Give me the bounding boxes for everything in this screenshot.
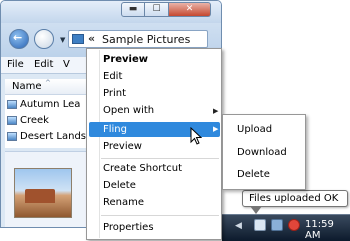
menu-view[interactable]: V [63,59,70,70]
menu-item-preview-default[interactable]: Preview [103,54,148,65]
back-arrow-icon: ← [13,31,23,44]
volume-icon[interactable] [288,219,300,231]
list-item[interactable]: Desert Lands [7,129,86,143]
mesa-rock-shape [25,189,55,203]
network-icon[interactable] [271,219,283,231]
menu-item-rename[interactable]: Rename [103,197,144,208]
submenu-item-download[interactable]: Download [237,147,287,158]
clock[interactable]: 11:59 AM [305,219,350,241]
image-file-icon [7,99,17,109]
name-column-header[interactable]: Name [12,81,42,92]
menu-item-properties[interactable]: Properties [103,222,154,233]
list-item[interactable]: Creek [7,113,49,127]
file-name: Autumn Lea [20,98,81,110]
menu-item-preview[interactable]: Preview [103,141,142,152]
submenu-arrow-icon: ▶ [213,125,219,133]
list-item[interactable]: Autumn Lea [7,97,80,111]
notification-text: Files uploaded OK [249,193,339,204]
balloon-tail [250,206,262,214]
menu-item-create-shortcut[interactable]: Create Shortcut [103,163,182,174]
menu-edit[interactable]: Edit [34,59,53,70]
submenu-item-delete[interactable]: Delete [237,169,270,180]
close-button[interactable]: ✕ [169,2,211,17]
image-thumbnail [14,168,72,218]
minimize-button[interactable]: ▬ [121,2,145,17]
window-controls: ▬ ☐ ✕ [121,2,211,18]
menu-item-delete[interactable]: Delete [103,180,136,191]
fling-tray-icon[interactable] [254,219,266,231]
image-file-icon [7,131,17,141]
folder-icon [72,34,84,44]
menu-file[interactable]: File [7,59,24,70]
submenu-arrow-icon: ▶ [213,107,219,115]
maximize-button[interactable]: ☐ [145,2,169,17]
file-name: Creek [20,114,49,126]
menu-item-print[interactable]: Print [103,88,126,99]
breadcrumb-path[interactable]: Sample Pictures [102,33,190,46]
submenu-item-upload[interactable]: Upload [237,124,272,135]
fling-submenu: Upload Download Delete [222,114,306,190]
image-file-icon [7,115,17,125]
forward-button[interactable] [34,29,54,49]
breadcrumb-overflow-icon[interactable]: « [88,32,95,45]
show-hidden-icons-icon[interactable]: ◀ [235,221,242,231]
menu-item-open-with[interactable]: Open with [103,105,154,116]
notification-balloon: Files uploaded OK [242,190,348,207]
menu-separator [101,158,219,159]
address-bar[interactable]: « Sample Pictures [68,30,208,48]
menu-separator [101,215,219,216]
menu-gutter [99,50,100,238]
menu-item-edit[interactable]: Edit [103,71,122,82]
file-name: Desert Lands [20,130,87,142]
mouse-pointer-icon [190,127,202,145]
menu-item-fling-label: Fling [103,124,127,135]
recent-pages-dropdown-icon[interactable]: ▼ [60,36,65,44]
sort-ascending-icon: ^ [45,79,51,87]
